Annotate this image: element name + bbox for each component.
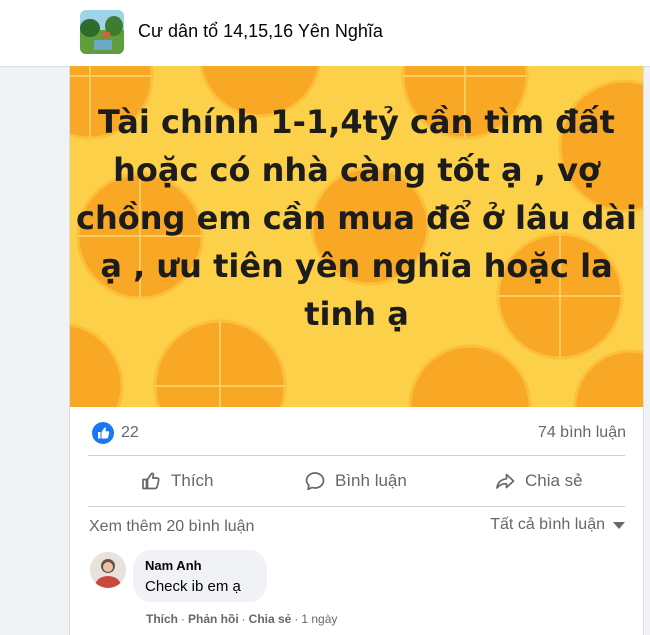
caret-down-icon xyxy=(613,521,625,529)
group-thumbnail[interactable] xyxy=(80,10,124,54)
divider xyxy=(88,455,625,456)
comment-bubble-icon xyxy=(305,472,325,491)
avatar[interactable] xyxy=(90,552,126,588)
like-icon[interactable] xyxy=(92,422,114,444)
post-stats: 22 74 bình luận xyxy=(90,420,626,446)
group-header: Cư dân tổ 14,15,16 Yên Nghĩa xyxy=(0,0,650,67)
comment-reply-link[interactable]: Phản hồi xyxy=(188,612,239,626)
reaction-count[interactable]: 22 xyxy=(121,424,139,442)
post-background-image[interactable]: Tài chính 1-1,4tỷ cần tìm đất hoặc có nh… xyxy=(70,66,643,407)
post-text-line: ạ , ưu tiên yên nghĩa hoặc la xyxy=(100,247,613,285)
comment-filter-label: Tất cả bình luận xyxy=(490,516,605,533)
group-name[interactable]: Cư dân tổ 14,15,16 Yên Nghĩa xyxy=(138,21,383,42)
like-button[interactable]: Thích xyxy=(140,460,214,502)
share-button-label: Chia sẻ xyxy=(525,471,583,490)
view-more-comments-link[interactable]: Xem thêm 20 bình luận xyxy=(89,518,254,536)
post-text-line: hoặc có nhà càng tốt ạ , vợ xyxy=(113,151,600,189)
share-arrow-icon xyxy=(496,473,515,489)
comment-like-link[interactable]: Thích xyxy=(146,612,178,626)
comment-timestamp[interactable]: 1 ngày xyxy=(301,612,337,626)
post-text-line: Tài chính 1-1,4tỷ cần tìm đất xyxy=(98,103,615,141)
comment-text: Check ib em ạ xyxy=(145,578,241,595)
share-button[interactable]: Chia sẻ xyxy=(494,460,583,502)
comment-author[interactable]: Nam Anh xyxy=(145,558,202,573)
like-button-label: Thích xyxy=(171,471,214,490)
thumbs-up-icon xyxy=(142,472,160,490)
comment-actions: Thích · Phản hồi · Chia sẻ · 1 ngày xyxy=(146,612,338,626)
comment-share-link[interactable]: Chia sẻ xyxy=(249,612,292,626)
post-text-line: chồng em cần mua để ở lâu dài xyxy=(76,199,637,237)
post-actions: Thích Bình luận Chia sẻ xyxy=(88,460,625,502)
comment-button-label: Bình luận xyxy=(335,471,407,490)
comment-count[interactable]: 74 bình luận xyxy=(538,424,626,442)
comment-filter-dropdown[interactable]: Tất cả bình luận xyxy=(490,516,625,534)
post-card: Tài chính 1-1,4tỷ cần tìm đất hoặc có nh… xyxy=(69,66,644,635)
divider xyxy=(88,506,625,507)
comment-bubble: Nam Anh Check ib em ạ xyxy=(133,550,267,602)
post-text-line: tinh ạ xyxy=(304,295,409,333)
post-text: Tài chính 1-1,4tỷ cần tìm đất hoặc có nh… xyxy=(70,98,643,338)
comment-button[interactable]: Bình luận xyxy=(304,460,407,502)
